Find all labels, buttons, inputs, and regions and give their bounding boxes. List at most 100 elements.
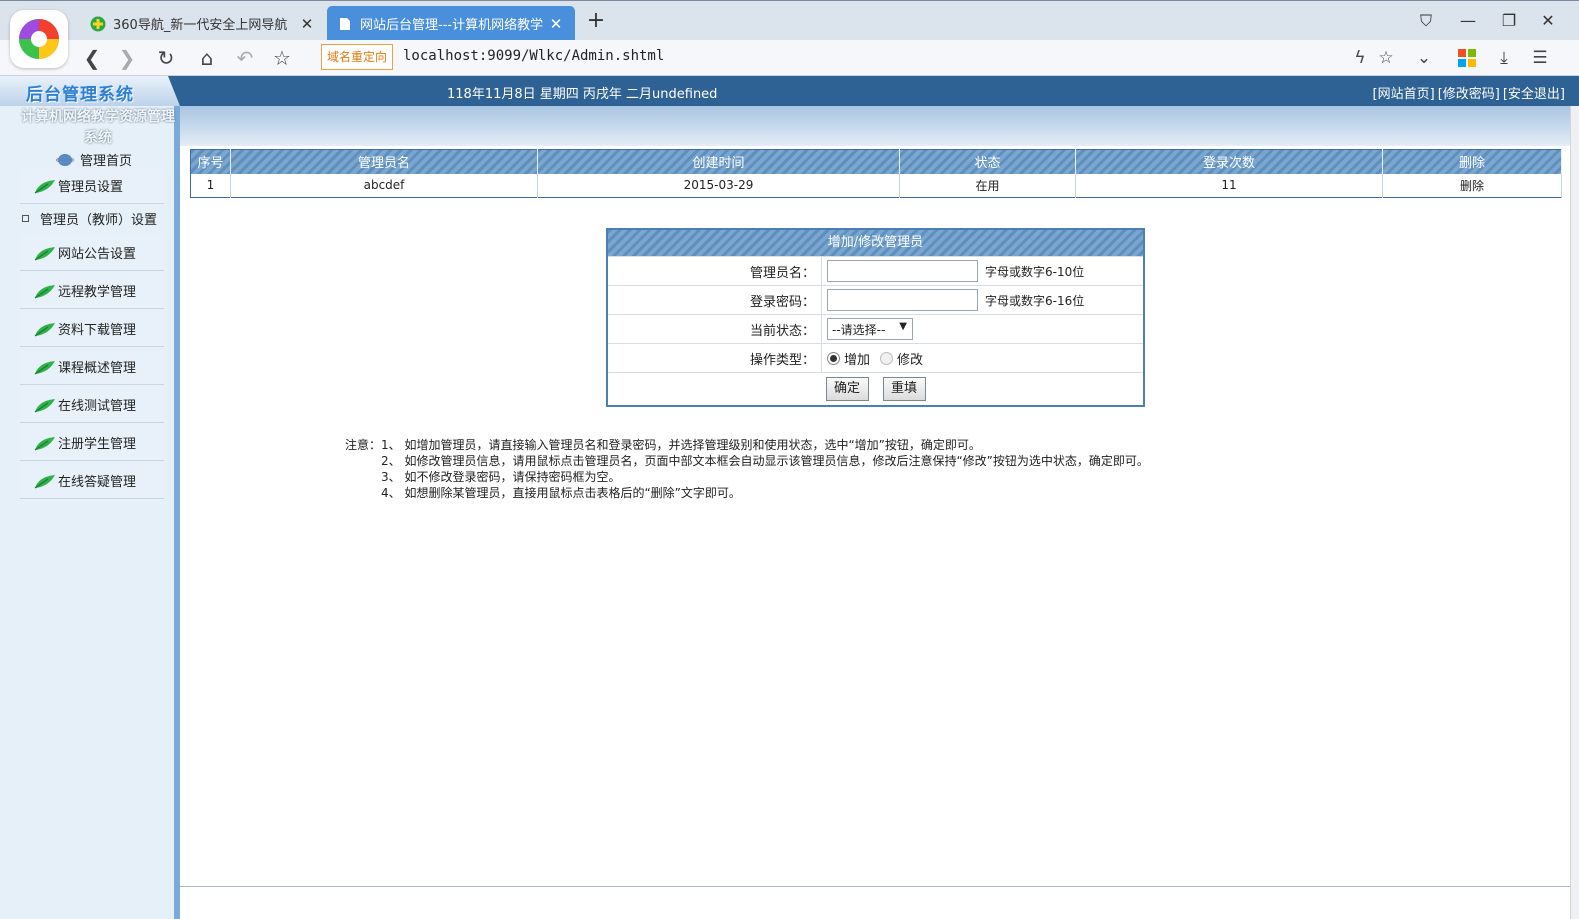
add-radio[interactable] bbox=[827, 351, 840, 365]
delete-link[interactable]: 删除 bbox=[1382, 173, 1562, 198]
home-icon[interactable]: ⌂ bbox=[193, 44, 221, 72]
new-tab-button[interactable]: + bbox=[583, 7, 609, 35]
username-input[interactable] bbox=[827, 260, 978, 282]
sidebar-item-course-overview[interactable]: 课程概述管理 bbox=[20, 349, 164, 385]
reset-button[interactable]: 重填 bbox=[882, 377, 926, 401]
header-date: 118年11月8日 星期四 丙戌年 二月undefined bbox=[447, 87, 718, 102]
sidebar-item-label: 在线答疑管理 bbox=[58, 475, 137, 490]
sidebar: 计算机网络教学资源管理系统 管理首页 管理员设置 管理员（教师）设置 网站公告设… bbox=[0, 106, 180, 919]
admin-table: 序号 管理员名 创建时间 状态 登录次数 删除 1 abcdef 2015-03… bbox=[190, 149, 1562, 198]
optype-label: 操作类型： bbox=[749, 352, 815, 368]
table-header-row: 序号 管理员名 创建时间 状态 登录次数 删除 bbox=[190, 149, 1562, 174]
sidebar-subitem-admin-teacher[interactable]: 管理员（教师）设置 bbox=[22, 209, 157, 228]
bookmark-icon[interactable]: ☆ bbox=[1372, 44, 1400, 72]
sidebar-item-label: 注册学生管理 bbox=[58, 437, 137, 452]
status-selected: --请选择-- bbox=[832, 322, 886, 337]
cell-created: 2015-03-29 bbox=[537, 173, 900, 198]
logout-link[interactable]: [安全退出] bbox=[1503, 83, 1565, 102]
minimize-icon[interactable]: — bbox=[1453, 8, 1483, 34]
column-header: 创建时间 bbox=[537, 149, 900, 174]
tab-360-nav[interactable]: 360导航_新一代安全上网导航 ✕ bbox=[80, 6, 326, 41]
status-select[interactable]: --请选择-- ▼ bbox=[827, 318, 913, 340]
note-line: 1、 如增加管理员，请直接输入管理员名和登录密码，并选择管理级别和使用状态，选中… bbox=[381, 438, 981, 452]
undo-icon[interactable]: ↶ bbox=[231, 44, 259, 72]
column-header: 登录次数 bbox=[1075, 149, 1383, 174]
sidebar-item-label: 管理员设置 bbox=[58, 180, 124, 195]
cell-admin-name-link[interactable]: abcdef bbox=[230, 173, 538, 198]
lightning-icon[interactable]: ϟ bbox=[1346, 44, 1374, 72]
sidebar-item-admin-settings[interactable]: 管理员设置 bbox=[20, 168, 164, 204]
sidebar-item-downloads[interactable]: 资料下载管理 bbox=[20, 311, 164, 347]
globe-icon bbox=[56, 153, 74, 166]
leaf-icon bbox=[34, 398, 55, 412]
leaf-icon bbox=[34, 179, 55, 193]
star-icon[interactable]: ☆ bbox=[268, 44, 296, 72]
dropdown-arrow-icon: ▼ bbox=[899, 321, 907, 332]
sidebar-item-announcements[interactable]: 网站公告设置 bbox=[20, 235, 164, 271]
menu-icon[interactable]: ☰ bbox=[1526, 44, 1554, 72]
close-icon[interactable]: ✕ bbox=[547, 15, 565, 33]
edit-radio-label: 修改 bbox=[897, 352, 924, 368]
redirect-badge[interactable]: 域名重定向 bbox=[321, 44, 393, 70]
banner-strip bbox=[0, 106, 1579, 146]
change-password-link[interactable]: [修改密码] bbox=[1438, 83, 1500, 102]
browser-logo-icon[interactable] bbox=[10, 10, 68, 68]
close-icon[interactable]: ✕ bbox=[298, 15, 316, 33]
site-home-link[interactable]: [网站首页] bbox=[1373, 83, 1435, 102]
bullet-icon bbox=[22, 215, 29, 222]
logo-text: 后台管理系统 bbox=[26, 85, 134, 105]
reload-icon[interactable]: ↻ bbox=[152, 44, 180, 72]
status-row: 当前状态： --请选择-- ▼ bbox=[608, 314, 1143, 343]
download-icon[interactable]: ⤓ bbox=[1490, 44, 1518, 72]
leaf-icon bbox=[34, 246, 55, 260]
divider bbox=[180, 886, 1579, 887]
address-bar: ❮ ❯ ↻ ⌂ ↶ ☆ 域名重定向 localhost:9099/Wlkc/Ad… bbox=[0, 40, 1579, 76]
column-header: 删除 bbox=[1382, 149, 1562, 174]
cell-status: 在用 bbox=[899, 173, 1076, 198]
optype-row: 操作类型： 增加 修改 bbox=[608, 343, 1143, 372]
dropdown-icon[interactable]: ⌄ bbox=[1410, 44, 1438, 72]
leaf-icon bbox=[34, 360, 55, 374]
forward-icon[interactable]: ❯ bbox=[113, 44, 141, 72]
window-close-icon[interactable]: ✕ bbox=[1533, 8, 1563, 34]
tab-admin-page[interactable]: 网站后台管理---计算机网络教学 ✕ bbox=[327, 6, 575, 41]
notes-lead: 注意： bbox=[344, 438, 381, 452]
sidebar-subitem-label: 管理员（教师）设置 bbox=[40, 213, 158, 228]
status-label: 当前状态： bbox=[749, 323, 815, 339]
skin-icon[interactable]: ⛉ bbox=[1411, 8, 1441, 34]
leaf-icon bbox=[34, 284, 55, 298]
url-text[interactable]: localhost:9099/Wlkc/Admin.shtml bbox=[403, 48, 664, 64]
apps-icon[interactable] bbox=[1453, 44, 1481, 72]
plus-shield-icon bbox=[90, 16, 106, 32]
header-links: [网站首页] [修改密码] [安全退出] bbox=[1373, 83, 1565, 102]
sidebar-item-label: 远程教学管理 bbox=[58, 285, 137, 300]
sidebar-item-online-test[interactable]: 在线测试管理 bbox=[20, 387, 164, 423]
tab-title: 网站后台管理---计算机网络教学 bbox=[360, 18, 544, 33]
sidebar-item-students[interactable]: 注册学生管理 bbox=[20, 425, 164, 461]
leaf-icon bbox=[34, 322, 55, 336]
add-radio-label: 增加 bbox=[844, 352, 871, 368]
password-hint: 字母或数字6-16位 bbox=[985, 293, 1085, 308]
form-title: 增加/修改管理员 bbox=[608, 230, 1143, 256]
sidebar-item-label: 资料下载管理 bbox=[58, 323, 137, 338]
password-input[interactable] bbox=[827, 289, 978, 311]
system-title: 计算机网络教学资源管理系统 bbox=[21, 109, 175, 146]
edit-radio[interactable] bbox=[880, 351, 894, 365]
sidebar-item-label: 在线测试管理 bbox=[58, 399, 137, 414]
back-icon[interactable]: ❮ bbox=[78, 44, 106, 72]
table-row: 1 abcdef 2015-03-29 在用 11 删除 bbox=[190, 173, 1562, 198]
document-icon bbox=[337, 16, 353, 32]
browser-tab-bar: 360导航_新一代安全上网导航 ✕ 网站后台管理---计算机网络教学 ✕ + ⛉… bbox=[0, 0, 1579, 41]
column-header: 管理员名 bbox=[230, 149, 538, 174]
username-hint: 字母或数字6-10位 bbox=[985, 264, 1085, 279]
header-logo: 后台管理系统 bbox=[0, 76, 180, 106]
sidebar-item-label: 课程概述管理 bbox=[58, 361, 137, 376]
submit-button[interactable]: 确定 bbox=[825, 377, 869, 401]
scrollbar[interactable] bbox=[1570, 106, 1579, 919]
admin-home-link[interactable]: 管理首页 bbox=[56, 150, 132, 169]
restore-icon[interactable]: ❐ bbox=[1494, 8, 1524, 34]
admin-form: 增加/修改管理员 管理员名： 字母或数字6-10位 登录密码： 字母或数字6-1… bbox=[606, 228, 1145, 407]
sidebar-item-remote-teaching[interactable]: 远程教学管理 bbox=[20, 273, 164, 309]
username-label: 管理员名： bbox=[749, 265, 815, 281]
sidebar-item-qa[interactable]: 在线答疑管理 bbox=[20, 463, 164, 499]
